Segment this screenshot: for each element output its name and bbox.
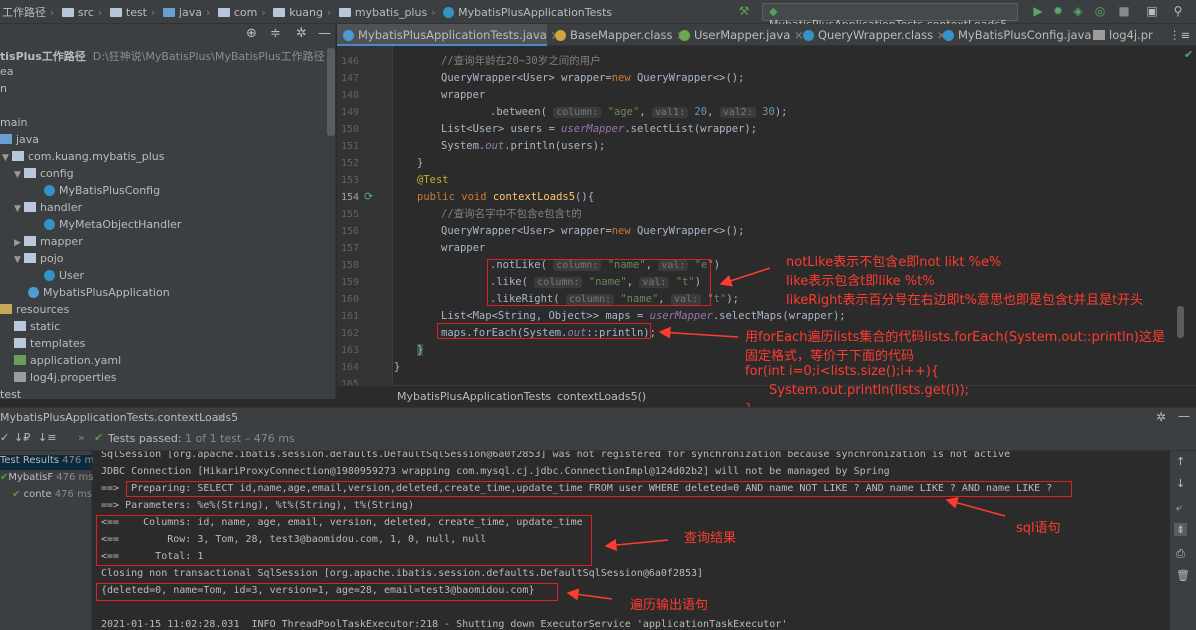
annotation-arrow xyxy=(604,539,669,551)
annotation-arrow xyxy=(658,326,739,339)
annotation-arrow xyxy=(945,497,1006,517)
annotation-arrow xyxy=(566,588,613,601)
annotation-arrows xyxy=(566,267,1006,601)
annotation-arrow xyxy=(719,267,771,287)
